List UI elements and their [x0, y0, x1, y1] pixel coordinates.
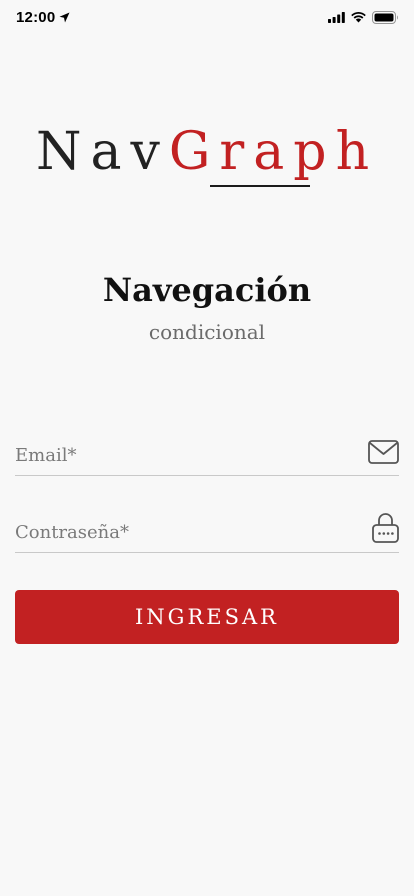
wifi-icon: [351, 12, 366, 23]
signal-icon: [328, 12, 345, 23]
email-field: [15, 432, 399, 476]
login-button[interactable]: INGRESAR: [15, 590, 399, 644]
logo-graph-text: Graph: [168, 122, 379, 182]
logo-underline: [210, 185, 310, 187]
email-input[interactable]: [15, 440, 355, 470]
password-input[interactable]: [15, 517, 355, 547]
password-field: [15, 509, 399, 553]
navgraph-logo: NavGraph: [0, 116, 414, 196]
mail-icon: [368, 440, 399, 464]
battery-icon: [372, 11, 398, 24]
status-time: 12:00: [16, 9, 56, 26]
logo-text: NavGraph: [36, 120, 378, 184]
lock-icon: [372, 513, 399, 543]
status-bar: 12:00: [0, 0, 414, 36]
location-arrow-icon: [59, 12, 70, 23]
page-title: Navegación: [102, 271, 312, 309]
page-subtitle: condicional: [148, 320, 266, 344]
logo-nav-text: Nav: [36, 122, 169, 182]
